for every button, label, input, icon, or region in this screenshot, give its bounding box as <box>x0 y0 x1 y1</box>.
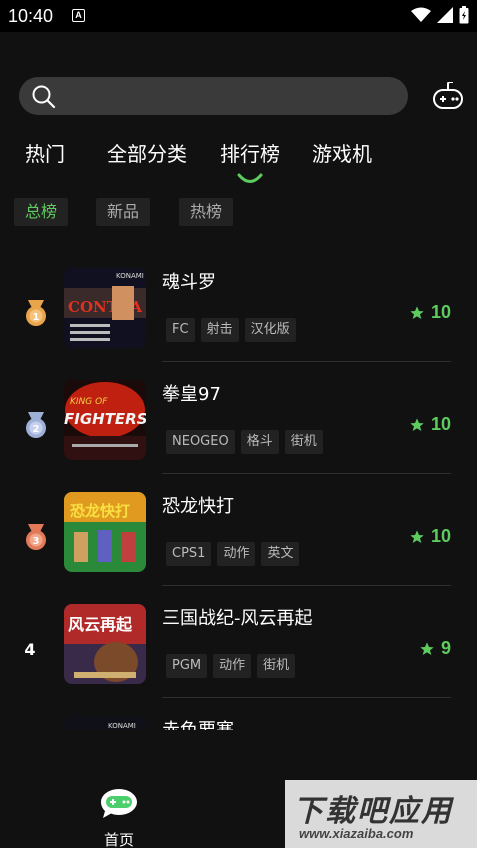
game-thumbnail: 风云再起 <box>64 604 146 684</box>
list-item[interactable]: 2 KING OF FIGHTERS 拳皇97 NEOGEO 格斗 街机 10 <box>0 362 477 474</box>
game-score: 9 <box>419 638 451 659</box>
game-tag: NEOGEO <box>166 430 235 454</box>
tab-ranking[interactable]: 排行榜 <box>220 138 280 167</box>
nav-home-label: 首页 <box>103 831 134 848</box>
watermark-url: www.xiazaiba.com <box>299 826 414 841</box>
game-title: 恐龙快打 <box>162 496 234 517</box>
game-score: 10 <box>409 302 451 323</box>
game-tag: 街机 <box>257 654 296 678</box>
signal-icon <box>437 7 453 23</box>
game-thumbnail: KING OF FIGHTERS <box>64 380 146 460</box>
game-tag: 动作 <box>217 542 256 566</box>
game-tags: PGM 动作 街机 <box>166 654 296 678</box>
game-tag: 汉化版 <box>244 318 296 342</box>
nav-home[interactable]: 首页 <box>98 787 140 848</box>
rank-number: 3 <box>33 536 40 547</box>
rank-medal: 3 <box>22 522 50 552</box>
rank-number: 1 <box>33 312 40 323</box>
rank-medal: 1 <box>22 298 50 328</box>
watermark-title: 下载吧应用 <box>293 794 453 829</box>
game-thumbnail: KONAMI <box>64 716 146 730</box>
search-input[interactable] <box>19 77 408 115</box>
gamepad-button[interactable] <box>432 81 464 110</box>
star-icon <box>410 417 424 431</box>
game-thumbnail: 恐龙快打 <box>64 492 146 572</box>
tab-hot[interactable]: 热门 <box>25 138 65 167</box>
rank-number: 4 <box>24 639 36 659</box>
svg-text:风云再起: 风云再起 <box>68 615 133 634</box>
star-icon <box>410 529 424 543</box>
game-title: 三国战纪-风云再起 <box>162 608 313 629</box>
subtab-new[interactable]: 新品 <box>96 198 151 226</box>
tab-all-categories[interactable]: 全部分类 <box>107 138 187 167</box>
battery-icon <box>459 6 469 24</box>
svg-text:KONAMI: KONAMI <box>116 272 144 280</box>
list-item[interactable]: 4 风云再起 三国战纪-风云再起 PGM 动作 街机 9 <box>0 586 477 698</box>
svg-text:KING OF: KING OF <box>70 397 108 407</box>
bronze-medal-icon: 3 <box>26 524 46 550</box>
game-title: 赤色要塞 <box>162 716 234 730</box>
ranking-list: 1 KONAMI CONTRA 魂斗罗 FC 射击 汉化版 10 2 KING … <box>0 250 477 730</box>
subtab-trending[interactable]: 热榜 <box>179 198 234 226</box>
star-icon <box>410 305 424 319</box>
star-icon <box>420 641 434 655</box>
subtab-overall[interactable]: 总榜 <box>14 198 69 226</box>
game-tag: 英文 <box>261 542 300 566</box>
score-value: 10 <box>430 414 451 434</box>
score-value: 10 <box>430 302 451 322</box>
game-tag: CPS1 <box>166 542 212 566</box>
game-tag: 街机 <box>284 430 323 454</box>
notification-icon: A <box>72 9 85 22</box>
wifi-icon <box>411 7 431 22</box>
status-bar: 10:40 A <box>0 0 477 32</box>
game-score: 10 <box>409 526 451 547</box>
tab-consoles[interactable]: 游戏机 <box>312 138 372 167</box>
game-tags: NEOGEO 格斗 街机 <box>166 430 323 454</box>
rank-number: 2 <box>33 424 40 435</box>
game-title: 魂斗罗 <box>162 272 216 293</box>
game-tag: 动作 <box>213 654 252 678</box>
game-score: 10 <box>409 414 451 435</box>
game-tag: 格斗 <box>240 430 279 454</box>
svg-text:FIGHTERS: FIGHTERS <box>64 410 146 428</box>
svg-text:恐龙快打: 恐龙快打 <box>70 502 130 520</box>
game-tag: FC <box>166 318 195 342</box>
game-tag: 射击 <box>200 318 239 342</box>
status-time: 10:40 <box>8 6 54 26</box>
score-value: 10 <box>430 526 451 546</box>
svg-text:KONAMI: KONAMI <box>108 722 136 730</box>
list-item[interactable]: 1 KONAMI CONTRA 魂斗罗 FC 射击 汉化版 10 <box>0 250 477 362</box>
silver-medal-icon: 2 <box>26 412 46 438</box>
ranking-subtabs: 总榜 新品 热榜 <box>0 198 477 226</box>
game-tags: FC 射击 汉化版 <box>166 318 296 342</box>
game-tags: CPS1 动作 英文 <box>166 542 300 566</box>
rank-medal: 2 <box>22 410 50 440</box>
score-value: 9 <box>440 638 451 658</box>
watermark: 下载吧应用 www.xiazaiba.com <box>285 780 477 848</box>
game-thumbnail: KONAMI CONTRA <box>64 268 146 348</box>
game-title: 拳皇97 <box>162 384 221 405</box>
home-gamepad-icon <box>101 789 137 818</box>
status-icons <box>411 6 469 24</box>
list-item[interactable]: KONAMI 赤色要塞 <box>0 698 477 730</box>
gamepad-icon <box>433 81 463 109</box>
gold-medal-icon: 1 <box>26 300 46 326</box>
tab-active-indicator <box>237 173 263 183</box>
list-item[interactable]: 3 恐龙快打 恐龙快打 CPS1 动作 英文 10 <box>0 474 477 586</box>
search-icon <box>32 85 56 109</box>
game-tag: PGM <box>166 654 208 678</box>
